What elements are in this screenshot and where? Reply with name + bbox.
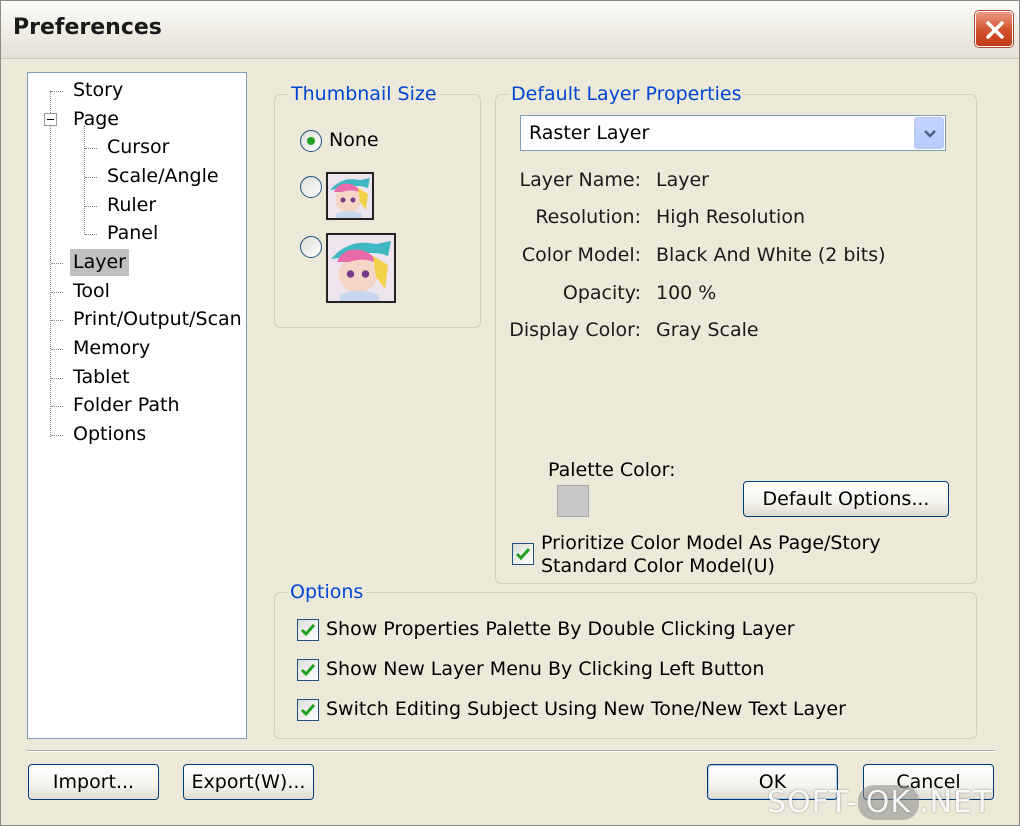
import-button[interactable]: Import... [28, 764, 159, 800]
color-model-label: Color Model: [521, 244, 641, 266]
tree-item-tablet[interactable]: Tablet [70, 364, 133, 391]
title-bar[interactable]: Preferences [1, 1, 1019, 59]
layer-name-value: Layer [656, 169, 709, 191]
tree-item-cursor[interactable]: Cursor [104, 134, 172, 161]
display-color-value: Gray Scale [656, 319, 759, 341]
tree-item-scale-angle[interactable]: Scale/Angle [104, 163, 222, 190]
show-properties-palette-checkbox[interactable] [297, 619, 319, 641]
opacity-label: Opacity: [562, 282, 641, 304]
character-thumbnail-icon [328, 174, 372, 218]
preferences-dialog: Preferences Story Page Cursor Scale/Angl… [0, 0, 1020, 826]
checkmark-icon [515, 548, 531, 561]
thumbnail-large-radio[interactable] [300, 236, 322, 258]
default-options-button[interactable]: Default Options... [743, 481, 949, 517]
prioritize-color-model-checkbox[interactable] [512, 543, 534, 565]
checkmark-icon [300, 704, 316, 717]
watermark: SOFT- OK .NET [767, 785, 992, 820]
show-new-layer-menu-label[interactable]: Show New Layer Menu By Clicking Left But… [326, 658, 764, 681]
color-model-value: Black And White (2 bits) [656, 244, 886, 266]
collapse-page-icon[interactable] [44, 113, 57, 126]
chevron-down-icon [924, 130, 936, 138]
tree-item-story[interactable]: Story [70, 77, 126, 104]
options-legend: Options [287, 581, 367, 603]
tree-connector [51, 378, 63, 379]
checkmark-icon [300, 624, 316, 637]
layer-type-select[interactable]: Raster Layer [520, 115, 946, 151]
palette-color-swatch[interactable] [557, 485, 589, 517]
tree-connector [51, 292, 63, 293]
tree-item-layer[interactable]: Layer [70, 249, 129, 276]
thumbnail-none-radio[interactable] [300, 130, 322, 152]
tree-connector [84, 125, 85, 235]
tree-connector [51, 263, 63, 264]
layer-name-label: Layer Name: [519, 169, 641, 191]
thumbnail-small-image[interactable] [326, 172, 374, 220]
tree-connector [51, 320, 63, 321]
resolution-label: Resolution: [535, 206, 641, 228]
thumbnail-small-radio[interactable] [300, 176, 322, 198]
layer-type-dropdown-button[interactable] [914, 117, 944, 149]
prioritize-color-model-label-line2[interactable]: Standard Color Model(U) [541, 555, 775, 578]
footer-divider [27, 750, 995, 752]
default-layer-properties-legend: Default Layer Properties [508, 83, 745, 105]
palette-color-label: Palette Color: [548, 459, 676, 481]
watermark-right: .NET [919, 785, 993, 820]
checkmark-icon [300, 664, 316, 677]
category-tree[interactable]: Story Page Cursor Scale/Angle Ruler Pane… [27, 72, 247, 739]
tree-item-ruler[interactable]: Ruler [104, 192, 159, 219]
tree-connector [51, 406, 63, 407]
tree-item-page[interactable]: Page [70, 106, 122, 133]
tree-item-folder-path[interactable]: Folder Path [70, 392, 183, 419]
show-properties-palette-label[interactable]: Show Properties Palette By Double Clicki… [326, 618, 795, 641]
export-button[interactable]: Export(W)... [183, 764, 314, 800]
switch-editing-subject-label[interactable]: Switch Editing Subject Using New Tone/Ne… [326, 698, 846, 721]
window-title: Preferences [13, 15, 162, 40]
thumbnail-large-image[interactable] [326, 233, 396, 303]
tree-connector [51, 435, 63, 436]
character-thumbnail-icon [328, 235, 394, 301]
watermark-left: SOFT- [767, 785, 858, 820]
show-new-layer-menu-checkbox[interactable] [297, 659, 319, 681]
watermark-mid: OK [857, 785, 920, 820]
tree-connector [85, 177, 97, 178]
tree-item-print-output-scan[interactable]: Print/Output/Scan [70, 306, 245, 333]
prioritize-color-model-label-line1[interactable]: Prioritize Color Model As Page/Story [541, 532, 881, 555]
display-color-label: Display Color: [509, 319, 641, 341]
tree-connector [50, 91, 51, 437]
switch-editing-subject-checkbox[interactable] [297, 699, 319, 721]
tree-connector [85, 234, 97, 235]
tree-connector [51, 91, 63, 92]
tree-item-panel[interactable]: Panel [104, 220, 161, 247]
thumbnail-none-label[interactable]: None [329, 129, 379, 151]
close-button[interactable] [975, 11, 1013, 47]
tree-item-memory[interactable]: Memory [70, 335, 153, 362]
opacity-value: 100 % [656, 282, 717, 304]
resolution-value: High Resolution [656, 206, 805, 228]
tree-item-tool[interactable]: Tool [70, 278, 113, 305]
tree-item-options[interactable]: Options [70, 421, 149, 448]
tree-connector [85, 206, 97, 207]
tree-connector [85, 148, 97, 149]
close-icon [986, 21, 1004, 39]
tree-connector [51, 349, 63, 350]
layer-type-value: Raster Layer [529, 122, 650, 144]
thumbnail-size-legend: Thumbnail Size [288, 83, 440, 105]
